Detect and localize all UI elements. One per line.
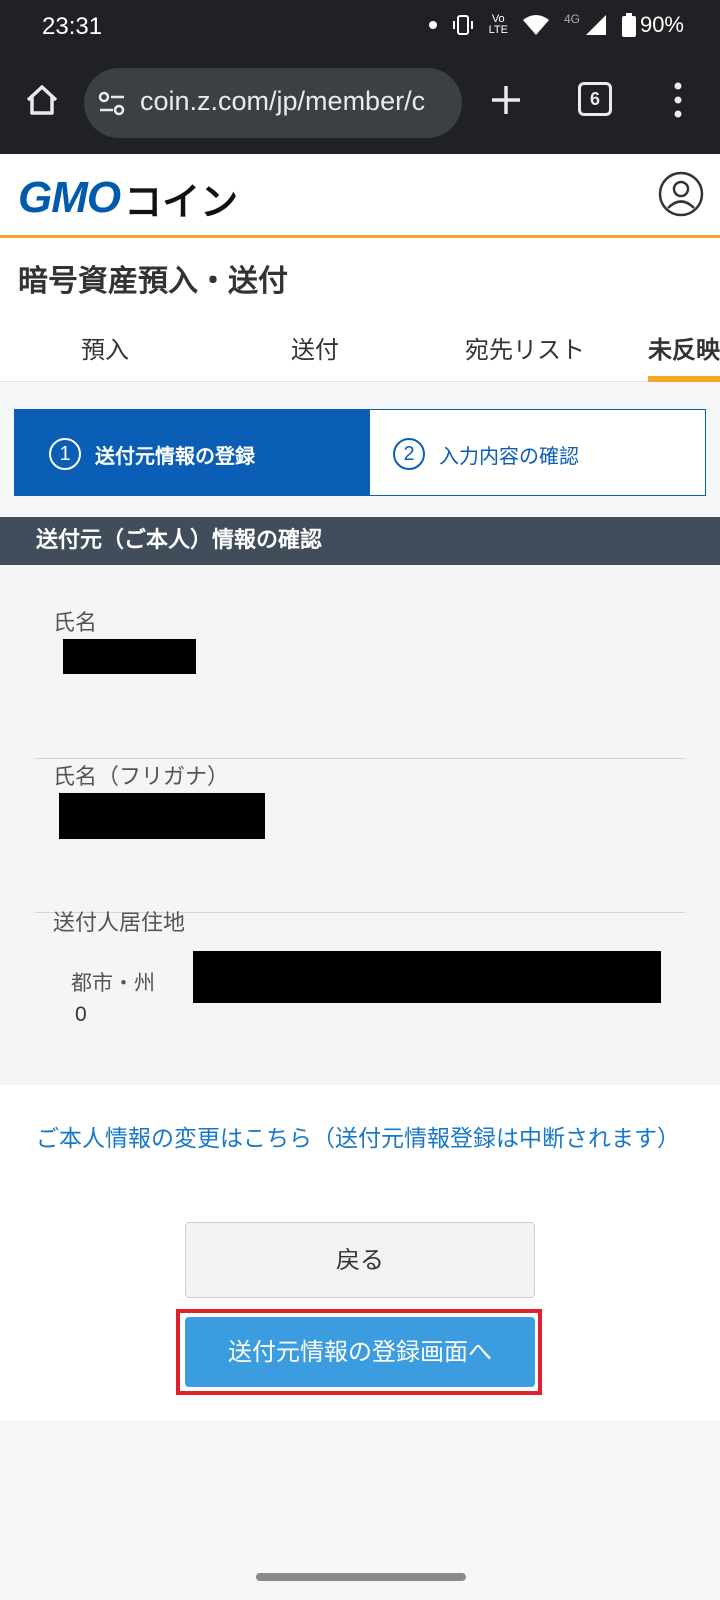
step-1: 1 送付元情報の登録 <box>15 410 370 495</box>
status-time: 23:31 <box>42 13 103 40</box>
city-state-extra: 0 <box>75 1003 87 1026</box>
home-icon[interactable] <box>22 80 62 120</box>
change-info-link[interactable]: ご本人情報の変更はこちら（送付元情報登録は中断されます） <box>36 1119 686 1159</box>
status-icons: Vo LTE 4G 90% <box>428 12 684 38</box>
overflow-menu-icon[interactable] <box>672 82 684 118</box>
page-title: 暗号資産預入・送付 <box>18 264 288 299</box>
name-redacted <box>63 639 196 674</box>
network-type: 4G <box>563 12 580 26</box>
section-title: 送付元（ご本人）情報の確認 <box>0 517 720 565</box>
address-bar[interactable]: coin.z.com/jp/member/c <box>84 68 462 138</box>
actions-area: ご本人情報の変更はこちら（送付元情報登録は中断されます） 戻る 送付元情報の登録… <box>0 1085 720 1420</box>
address-label: 送付人居住地 <box>53 911 186 936</box>
step-2-number: 2 <box>393 438 425 470</box>
step-1-label: 送付元情報の登録 <box>95 444 255 468</box>
gmo-coin-logo[interactable]: GMO コイン <box>18 173 238 224</box>
back-button[interactable]: 戻る <box>185 1222 535 1298</box>
battery-level: 90% <box>639 12 684 37</box>
tab-switcher-button[interactable]: 6 <box>578 82 612 116</box>
step-indicator: 1 送付元情報の登録 2 入力内容の確認 <box>14 409 706 496</box>
tab-address-list[interactable]: 宛先リスト <box>440 330 610 376</box>
name-label: 氏名 <box>53 611 98 636</box>
sender-info-card: 氏名 氏名（フリガナ） 送付人居住地 都市・州 0 <box>0 565 720 1085</box>
new-tab-icon[interactable] <box>488 82 524 118</box>
kana-field: 氏名（フリガナ） <box>35 759 685 913</box>
notification-dot-icon <box>428 21 437 29</box>
kana-label: 氏名（フリガナ） <box>53 765 230 790</box>
step-1-number: 1 <box>49 438 81 470</box>
step-arrow-icon <box>330 410 370 495</box>
register-source-info-button[interactable]: 送付元情報の登録画面へ <box>185 1317 535 1387</box>
address-field: 送付人居住地 都市・州 0 <box>35 905 685 1045</box>
battery-icon <box>621 13 636 37</box>
page-header: 暗号資産預入・送付 預入 送付 宛先リスト 未反映 <box>0 238 720 382</box>
vibrate-icon <box>452 15 473 35</box>
volte-icon: Vo LTE <box>488 13 508 36</box>
city-state-label: 都市・州 <box>71 971 155 995</box>
gesture-home-bar[interactable] <box>256 1573 466 1581</box>
logo-coin-text: コイン <box>124 179 239 224</box>
browser-toolbar: coin.z.com/jp/member/c 6 <box>0 56 720 154</box>
address-redacted <box>193 951 661 1003</box>
account-icon[interactable] <box>658 171 704 217</box>
tab-send[interactable]: 送付 <box>250 330 380 376</box>
tab-unreflected[interactable]: 未反映 <box>648 330 720 376</box>
signal-icon <box>585 15 606 35</box>
url-text[interactable]: coin.z.com/jp/member/c <box>140 86 425 117</box>
wifi-icon <box>522 15 549 35</box>
name-field: 氏名 <box>35 605 685 759</box>
site-header: GMO コイン <box>0 154 720 238</box>
status-bar: 23:31 Vo LTE 4G 90% <box>0 0 720 56</box>
active-tab-indicator <box>648 376 720 382</box>
logo-gmo-text: GMO <box>18 173 121 222</box>
tab-deposit[interactable]: 預入 <box>40 330 170 376</box>
kana-redacted <box>59 793 265 839</box>
site-settings-icon[interactable] <box>98 90 126 118</box>
step-2-label: 入力内容の確認 <box>439 444 579 468</box>
